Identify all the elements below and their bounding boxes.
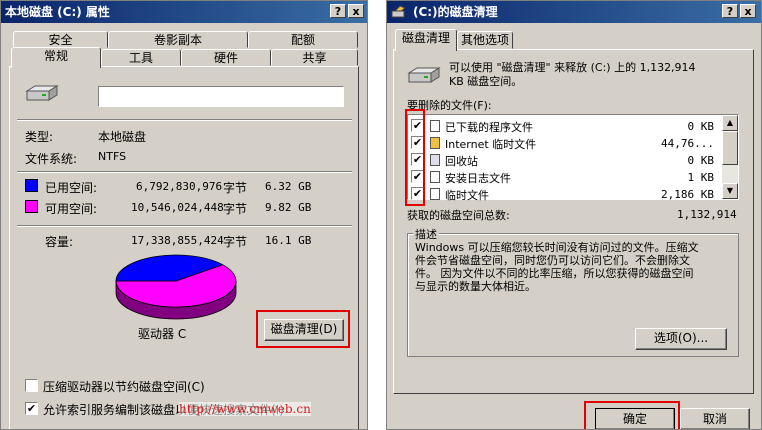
disk-cleanup-window: (C:)的磁盘清理 ? x 磁盘清理 其他选项 可以使用 "磁盘清理" 来释放 … <box>386 0 762 430</box>
scroll-thumb[interactable] <box>722 131 738 165</box>
tab-quota[interactable]: 配额 <box>248 31 358 48</box>
tab-security[interactable]: 安全 <box>13 31 108 48</box>
cleanup-app-icon <box>391 5 407 18</box>
file-type-icon <box>430 137 440 149</box>
tab-hardware[interactable]: 硬件 <box>181 49 271 66</box>
free-space-unit: 字节 <box>223 202 248 216</box>
intro-line-2: KB 磁盘空间。 <box>449 75 523 88</box>
help-icon[interactable]: ? <box>330 4 346 18</box>
cancel-button[interactable]: 取消 <box>680 408 750 429</box>
tab-disk-cleanup[interactable]: 磁盘清理 <box>395 29 457 51</box>
separator-1 <box>17 119 352 121</box>
separator-2 <box>17 171 352 173</box>
used-space-unit: 字节 <box>223 181 248 195</box>
file-type-icon <box>430 171 440 183</box>
file-size: 0 KB <box>687 154 715 167</box>
file-name: 已下载的程序文件 <box>445 121 533 134</box>
file-row[interactable]: ✔ 已下载的程序文件 0 KB <box>408 118 722 134</box>
file-name: 回收站 <box>445 155 478 168</box>
tab-shadow-copies[interactable]: 卷影副本 <box>108 31 248 48</box>
cleanup-highlight <box>256 310 350 348</box>
hard-drive-icon <box>25 85 59 101</box>
checkbox-highlight <box>405 109 425 206</box>
watermark-text: http://www.cmweb.cn <box>179 402 311 416</box>
volume-name-input[interactable] <box>98 86 344 107</box>
files-list[interactable]: ✔ 已下载的程序文件 0 KB ✔ Internet 临时文件 44,76... ✔ 回收站 0… <box>407 114 739 202</box>
file-type-icon <box>430 120 440 132</box>
total-space-value: 1,132,914 <box>677 208 737 221</box>
file-size: 44,76... <box>661 137 714 150</box>
free-space-label: 可用空间: <box>45 202 98 216</box>
file-size: 0 KB <box>687 120 715 133</box>
total-space-label: 获取的磁盘空间总数: <box>407 209 510 222</box>
used-space-bytes: 6,792,830,976 <box>136 180 223 193</box>
file-type-icon <box>430 154 440 166</box>
free-space-swatch <box>25 200 38 213</box>
file-row[interactable]: ✔ 临时文件 2,186 KB <box>408 186 722 202</box>
capacity-size: 16.1 GB <box>265 234 312 247</box>
description-text: Windows 可以压缩您较长时间没有访问过的文件。压缩文 件会节省磁盘空间，同… <box>415 241 699 293</box>
file-row[interactable]: ✔ 安装日志文件 1 KB <box>408 169 722 185</box>
disk-properties-window: 本地磁盘 (C:) 属性 ? x 安全 卷影副本 配额 常规 工具 硬件 共享 … <box>0 0 368 430</box>
free-space-bytes: 10,546,024,448 <box>131 201 224 214</box>
index-checkbox[interactable]: ✔ <box>25 402 38 415</box>
left-window-title: 本地磁盘 (C:) 属性 <box>5 5 110 19</box>
close-icon-right[interactable]: x <box>740 4 756 18</box>
left-title-bar: 本地磁盘 (C:) 属性 <box>1 1 367 23</box>
options-button[interactable]: 选项(O)... <box>635 328 727 350</box>
tab-more-options[interactable]: 其他选项 <box>457 31 513 49</box>
used-space-size: 6.32 GB <box>265 180 312 193</box>
fs-value: NTFS <box>98 150 127 163</box>
file-name: Internet 临时文件 <box>445 138 537 151</box>
files-scrollbar[interactable]: ▲ ▼ <box>722 115 738 199</box>
file-row[interactable]: ✔ 回收站 0 KB <box>408 152 722 168</box>
file-name: 临时文件 <box>445 189 489 202</box>
capacity-bytes: 17,338,855,424 <box>131 234 224 247</box>
fs-label: 文件系统: <box>25 152 78 166</box>
file-size: 2,186 KB <box>661 188 714 201</box>
tab-sharing[interactable]: 共享 <box>271 49 358 66</box>
free-space-size: 9.82 GB <box>265 201 312 214</box>
capacity-label: 容量: <box>45 235 74 249</box>
hard-drive-icon-right <box>407 67 441 83</box>
separator-3 <box>17 225 352 227</box>
type-value: 本地磁盘 <box>98 130 147 144</box>
tab-tools[interactable]: 工具 <box>101 49 181 66</box>
right-title-bar: (C:)的磁盘清理 <box>387 1 761 23</box>
disk-usage-pie <box>115 254 237 320</box>
file-size: 1 KB <box>687 171 715 184</box>
description-label: 描述 <box>413 226 439 242</box>
file-name: 安装日志文件 <box>445 172 511 185</box>
tab-general[interactable]: 常规 <box>11 47 101 68</box>
type-label: 类型: <box>25 130 54 144</box>
help-icon-right[interactable]: ? <box>722 4 738 18</box>
compress-label: 压缩驱动器以节约磁盘空间(C) <box>43 380 205 394</box>
file-row[interactable]: ✔ Internet 临时文件 44,76... <box>408 135 722 151</box>
right-window-title: (C:)的磁盘清理 <box>413 5 498 19</box>
capacity-unit: 字节 <box>223 235 248 249</box>
used-space-swatch <box>25 179 38 192</box>
drive-label: 驱动器 C <box>138 327 187 341</box>
scroll-up-button[interactable]: ▲ <box>722 115 738 131</box>
close-icon[interactable]: x <box>348 4 364 18</box>
compress-checkbox[interactable] <box>25 379 38 392</box>
ok-highlight <box>584 401 680 429</box>
file-type-icon <box>430 188 440 200</box>
used-space-label: 已用空间: <box>45 181 98 195</box>
scroll-down-button[interactable]: ▼ <box>722 183 738 199</box>
